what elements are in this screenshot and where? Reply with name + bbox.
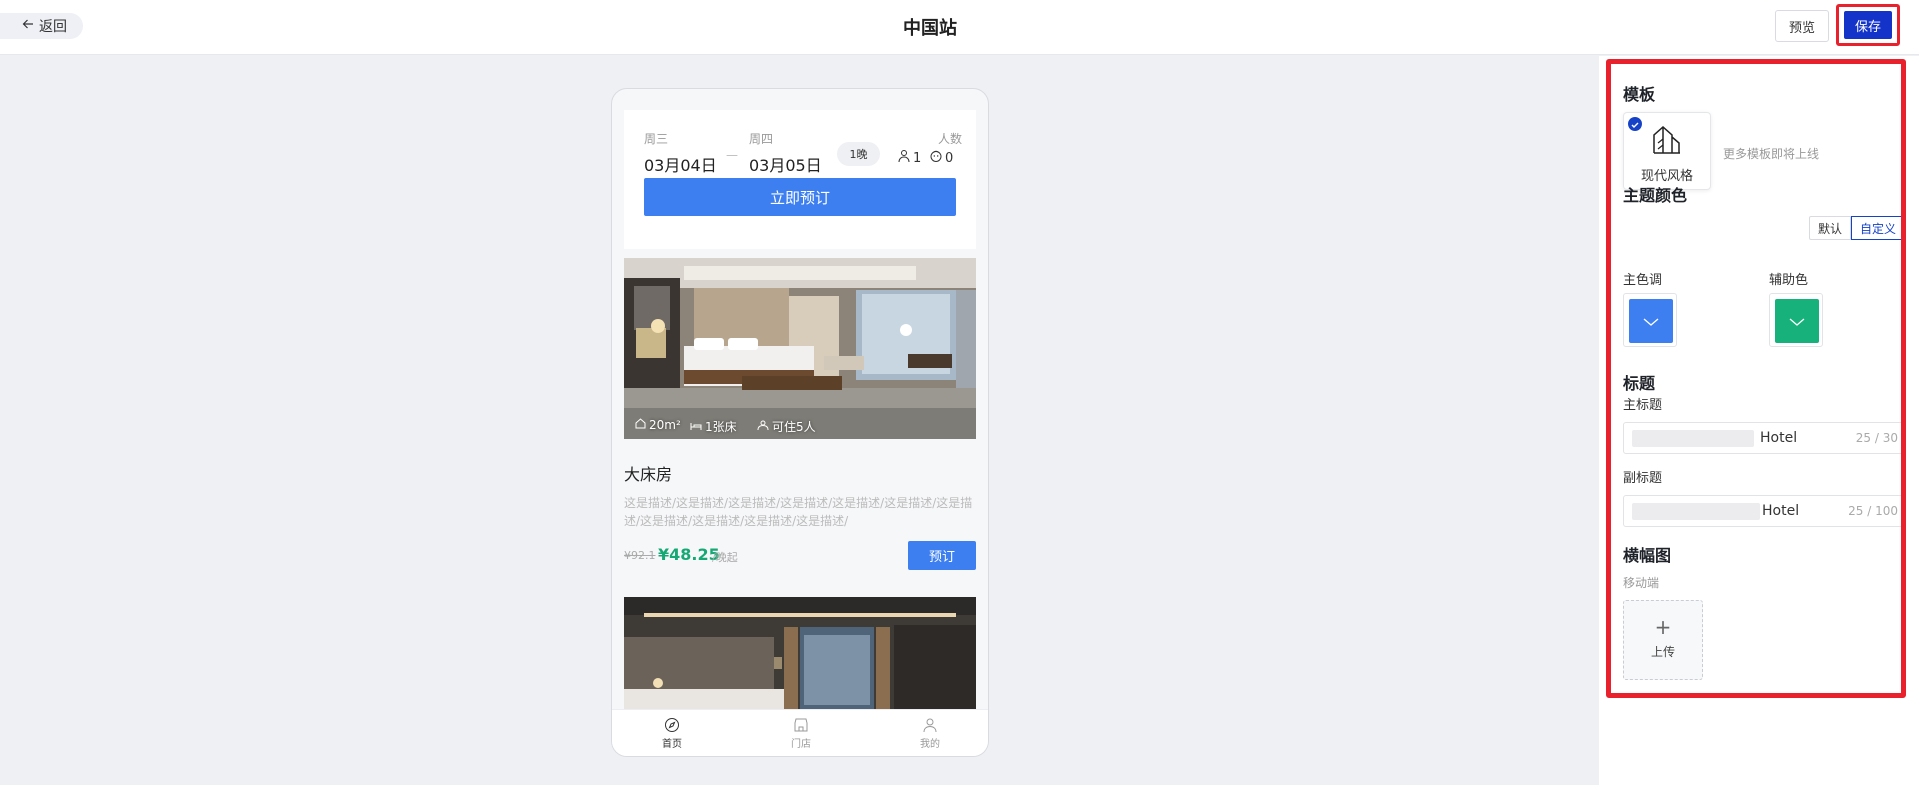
- compass-icon: [642, 717, 702, 733]
- nav-profile-label: 我的: [920, 739, 940, 750]
- theme-mode-custom[interactable]: 自定义: [1851, 216, 1901, 240]
- bed-icon: [690, 420, 702, 434]
- primary-color-picker[interactable]: [1623, 293, 1677, 347]
- primary-color-swatch: [1629, 299, 1673, 343]
- subtitle-value: Hotel: [1762, 503, 1800, 519]
- room-beds: 1张床: [690, 418, 737, 435]
- subtitle-redacted: [1632, 503, 1760, 520]
- room-area: 20m²: [635, 418, 681, 432]
- price-unit: /晚起: [712, 551, 738, 564]
- checkin-day: 周三: [644, 132, 669, 146]
- template-card-modern[interactable]: 现代风格: [1623, 112, 1711, 190]
- room-photo-2[interactable]: [624, 597, 976, 709]
- book-now-button[interactable]: 立即预订: [644, 178, 956, 216]
- child-count-value: 0: [945, 150, 954, 166]
- theme-color-heading: 主题颜色: [1623, 186, 1688, 205]
- room-book-button[interactable]: 预订: [908, 541, 976, 570]
- subtitle-count: 25 / 100: [1848, 504, 1898, 518]
- main-title-redacted: [1632, 430, 1754, 447]
- user-icon: [900, 717, 960, 733]
- checkout-day: 周四: [749, 132, 774, 146]
- nav-home-label: 首页: [662, 739, 682, 750]
- bottom-nav: 首页 门店 我的: [612, 709, 988, 756]
- secondary-color-picker[interactable]: [1769, 293, 1823, 347]
- room-price: ¥48.25: [658, 545, 720, 564]
- people-label: 人数: [937, 132, 962, 146]
- original-price: ¥92.1: [624, 549, 656, 562]
- mobile-label: 移动端: [1623, 576, 1660, 590]
- preview-button[interactable]: 预览: [1775, 10, 1829, 42]
- secondary-color-swatch: [1775, 299, 1819, 343]
- chevron-down-icon: [1643, 312, 1659, 331]
- room-capacity: 可住5人: [757, 418, 816, 435]
- banner-upload[interactable]: + 上传: [1623, 600, 1703, 680]
- people-icon: [757, 420, 769, 434]
- room-name: 大床房: [624, 465, 673, 484]
- nav-store-label: 门店: [791, 739, 811, 750]
- building-icon: [1651, 123, 1683, 159]
- nav-home[interactable]: 首页: [642, 717, 702, 750]
- template-heading: 模板: [1623, 85, 1656, 104]
- nights-badge: 1晚: [837, 142, 880, 166]
- main-title-count: 25 / 30: [1855, 431, 1898, 445]
- adult-count[interactable]: 1: [897, 149, 921, 167]
- checkout-date[interactable]: 03月05日: [749, 152, 822, 176]
- child-count[interactable]: 0: [929, 149, 953, 167]
- adult-count-value: 1: [913, 150, 922, 166]
- settings-panel: 模板 现代风格 更多模板即将上线 主题颜色 默认 自定义 主色调 辅助色 标题 …: [1606, 59, 1906, 698]
- room-description: 这是描述/这是描述/这是描述/这是描述/这是描述/这是描述/这是描述/这是描述/…: [624, 496, 973, 528]
- primary-color-label: 主色调: [1623, 273, 1663, 288]
- chevron-down-icon: [1789, 312, 1805, 331]
- adult-icon: [897, 149, 911, 167]
- date-separator: —: [726, 148, 738, 162]
- area-icon: [635, 418, 646, 432]
- subtitle-label: 副标题: [1623, 471, 1663, 486]
- subtitle-input[interactable]: Hotel 25 / 100: [1623, 495, 1901, 527]
- secondary-color-label: 辅助色: [1769, 273, 1809, 288]
- nav-store[interactable]: 门店: [771, 717, 831, 750]
- banner-heading: 横幅图: [1623, 546, 1672, 565]
- top-bar: 返回 中国站 预览 保存: [0, 0, 1919, 55]
- save-button-highlight: 保存: [1836, 4, 1900, 46]
- more-templates-note: 更多模板即将上线: [1723, 147, 1820, 161]
- main-title-input[interactable]: Hotel 25 / 30: [1623, 422, 1901, 454]
- main-title-label: 主标题: [1623, 398, 1663, 413]
- upload-label: 上传: [1650, 645, 1675, 659]
- room-beds-value: 1张床: [705, 420, 737, 434]
- room-area-value: 20m²: [649, 418, 681, 432]
- booking-card: 周三 03月04日 — 周四 03月05日 1晚 人数 1 0 立即预订: [624, 110, 976, 249]
- room-photo[interactable]: [624, 258, 976, 439]
- plus-icon: +: [1654, 615, 1672, 639]
- theme-mode-default[interactable]: 默认: [1809, 216, 1851, 240]
- checkin-date[interactable]: 03月04日: [644, 152, 717, 176]
- title-heading: 标题: [1623, 374, 1656, 393]
- mobile-preview: 周三 03月04日 — 周四 03月05日 1晚 人数 1 0 立即预订 20m…: [611, 88, 989, 757]
- nav-profile[interactable]: 我的: [900, 717, 960, 750]
- store-icon: [771, 717, 831, 733]
- room-capacity-value: 可住5人: [772, 420, 816, 434]
- main-title-value: Hotel: [1760, 430, 1798, 446]
- check-icon: [1628, 117, 1642, 131]
- page-title: 中国站: [903, 18, 957, 39]
- child-icon: [929, 149, 943, 167]
- save-button[interactable]: 保存: [1844, 11, 1892, 39]
